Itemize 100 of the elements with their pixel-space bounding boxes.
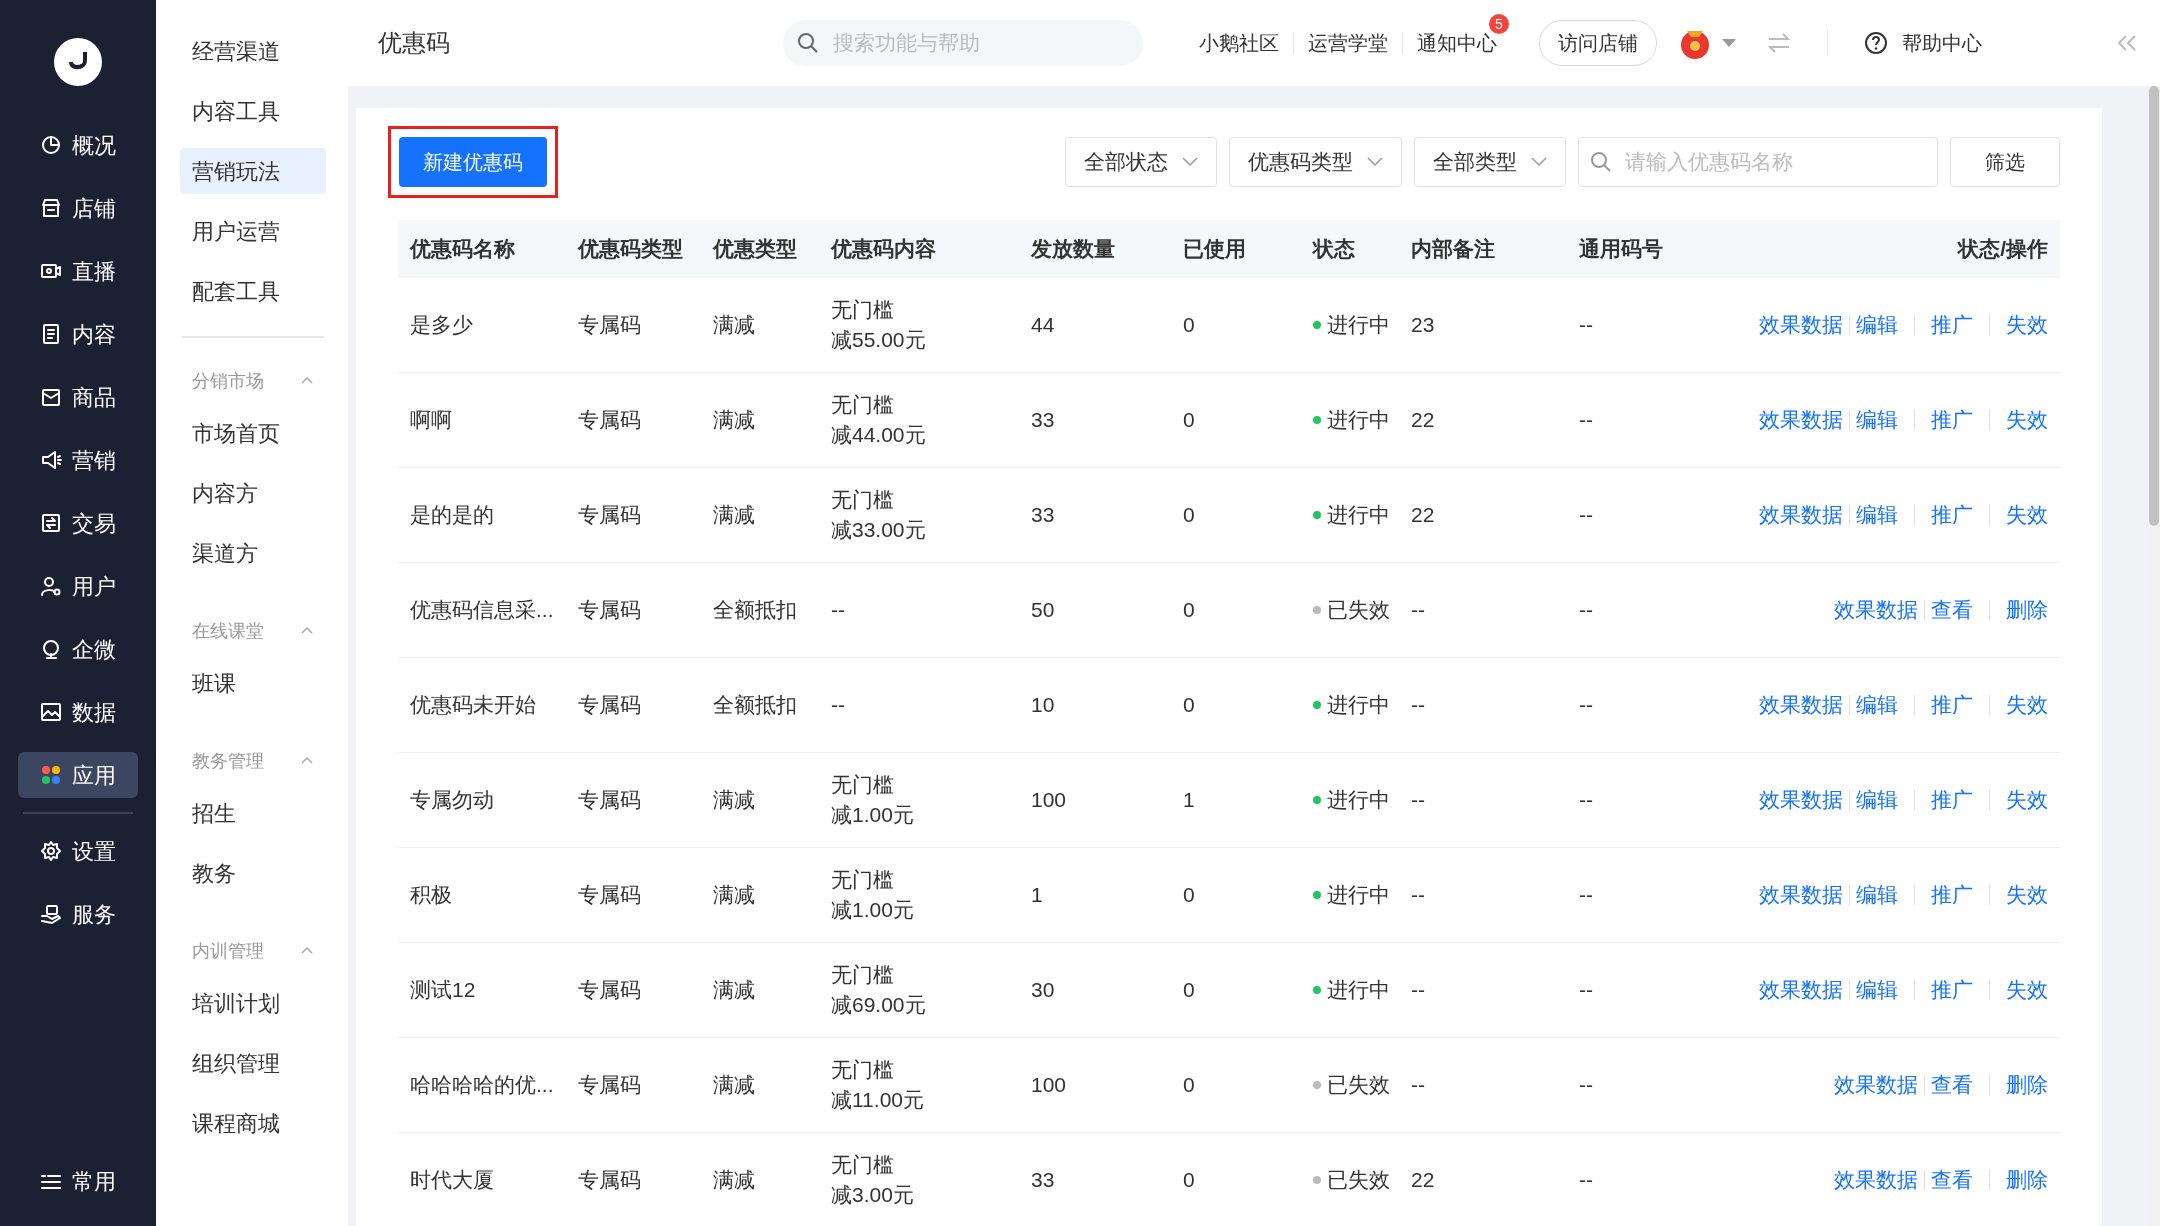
action-link[interactable]: 查看 — [1931, 594, 1973, 626]
group-title[interactable]: 内训管理 — [192, 937, 264, 965]
action-link[interactable]: 编辑 — [1856, 784, 1898, 816]
table-cell-text: 优惠码未开始 — [410, 692, 536, 719]
group-title[interactable]: 在线课堂 — [192, 617, 264, 645]
action-link[interactable]: 效果数据 — [1759, 404, 1843, 436]
action-link[interactable]: 推广 — [1931, 974, 1973, 1006]
action-link[interactable]: 编辑 — [1856, 309, 1898, 341]
action-link[interactable]: 编辑 — [1856, 879, 1898, 911]
action-link[interactable]: 失效 — [2006, 309, 2048, 341]
create-coupon-code-button[interactable]: 新建优惠码 — [399, 137, 547, 187]
action-link[interactable]: 查看 — [1931, 1069, 1973, 1101]
action-link[interactable]: 删除 — [2006, 1164, 2048, 1196]
group-title[interactable]: 教务管理 — [192, 747, 264, 775]
swap-icon[interactable] — [1767, 32, 1791, 54]
action-link[interactable]: 查看 — [1931, 1164, 1973, 1196]
action-link[interactable]: 效果数据 — [1834, 1069, 1918, 1101]
status-text: 进行中 — [1327, 882, 1390, 909]
submenu-item[interactable]: 用户运营 — [180, 208, 326, 254]
action-link[interactable]: 失效 — [2006, 974, 2048, 1006]
submenu-item[interactable]: 教务 — [180, 850, 326, 896]
submenu-item[interactable]: 渠道方 — [180, 530, 326, 576]
nav-item[interactable]: 应用 — [18, 752, 138, 798]
action-link[interactable]: 编辑 — [1856, 689, 1898, 721]
nav-item[interactable]: 内容 — [18, 311, 138, 357]
table-cell-text: 0 — [1183, 312, 1195, 339]
nav-item[interactable]: 商品 — [18, 374, 138, 420]
user-icon — [40, 575, 62, 597]
nav-item[interactable]: 营销 — [18, 437, 138, 483]
action-link[interactable]: 效果数据 — [1759, 879, 1843, 911]
submenu-item[interactable]: 招生 — [180, 790, 326, 836]
action-link[interactable]: 推广 — [1931, 499, 1973, 531]
action-link[interactable]: 推广 — [1931, 879, 1973, 911]
header-link[interactable]: 通知中心 — [1417, 32, 1497, 54]
filter-button[interactable]: 筛选 — [1950, 137, 2060, 187]
action-link[interactable]: 推广 — [1931, 309, 1973, 341]
logo-icon[interactable] — [54, 38, 102, 86]
submenu-item[interactable]: 配套工具 — [180, 268, 326, 314]
action-link[interactable]: 效果数据 — [1834, 594, 1918, 626]
action-link[interactable]: 编辑 — [1856, 404, 1898, 436]
chevron-down-icon — [1367, 157, 1383, 167]
caret-icon[interactable] — [1721, 37, 1737, 49]
action-link[interactable]: 编辑 — [1856, 499, 1898, 531]
nav-item[interactable]: 交易 — [18, 500, 138, 546]
action-link[interactable]: 编辑 — [1856, 974, 1898, 1006]
column-header: 发放数量 — [1031, 236, 1115, 263]
nav-item[interactable]: 服务 — [18, 891, 138, 937]
header-link[interactable]: 小鹅社区 — [1199, 32, 1279, 54]
submenu-item[interactable]: 组织管理 — [180, 1040, 326, 1086]
header-link[interactable]: 运营学堂 — [1308, 32, 1388, 54]
action-link[interactable]: 效果数据 — [1759, 784, 1843, 816]
action-link[interactable]: 删除 — [2006, 594, 2048, 626]
coupon-search-field[interactable]: 请输入优惠码名称 — [1578, 137, 1938, 187]
help-center-link[interactable]: 帮助中心 — [1902, 28, 1982, 58]
table-cell-text: -- — [1411, 692, 1425, 719]
table-cell-text: 100 — [1031, 1072, 1067, 1099]
table-cell-text: 无门槛 减3.00元 — [831, 1152, 914, 1208]
action-link[interactable]: 失效 — [2006, 879, 2048, 911]
action-link[interactable]: 效果数据 — [1759, 499, 1843, 531]
table-cell-text: 专属码 — [578, 787, 641, 814]
submenu-item[interactable]: 培训计划 — [180, 980, 326, 1026]
nav-item[interactable]: 常用 — [40, 1165, 116, 1198]
nav-item[interactable]: 直播 — [18, 248, 138, 294]
nav-item[interactable]: 店铺 — [18, 185, 138, 231]
action-link[interactable]: 失效 — [2006, 689, 2048, 721]
filter-dropdown[interactable]: 全部状态 — [1065, 137, 1217, 187]
action-link[interactable]: 推广 — [1931, 784, 1973, 816]
help-icon[interactable] — [1864, 31, 1888, 55]
collapse-icon[interactable] — [2116, 34, 2138, 52]
nav-item[interactable]: 概况 — [18, 122, 138, 168]
nav-item[interactable]: 数据 — [18, 689, 138, 735]
filter-dropdown[interactable]: 全部类型 — [1414, 137, 1566, 187]
action-link[interactable]: 失效 — [2006, 404, 2048, 436]
action-link[interactable]: 失效 — [2006, 784, 2048, 816]
submenu-item[interactable]: 经营渠道 — [180, 28, 326, 74]
table-cell-text: -- — [1579, 1072, 1593, 1099]
action-link[interactable]: 效果数据 — [1759, 689, 1843, 721]
submenu-item[interactable]: 市场首页 — [180, 410, 326, 456]
action-link[interactable]: 效果数据 — [1834, 1164, 1918, 1196]
filter-dropdown[interactable]: 优惠码类型 — [1229, 137, 1402, 187]
nav-item[interactable]: 用户 — [18, 563, 138, 609]
submenu-item[interactable]: 营销玩法 — [180, 148, 326, 194]
column-header: 优惠码内容 — [831, 236, 936, 263]
nav-item[interactable]: 企微 — [18, 626, 138, 672]
action-link[interactable]: 失效 — [2006, 499, 2048, 531]
submenu-item[interactable]: 内容工具 — [180, 88, 326, 134]
action-link[interactable]: 推广 — [1931, 404, 1973, 436]
submenu-item[interactable]: 班课 — [180, 660, 326, 706]
action-link[interactable]: 删除 — [2006, 1069, 2048, 1101]
scrollbar[interactable] — [2148, 86, 2160, 1226]
table-cell-text: -- — [1579, 882, 1593, 909]
action-link[interactable]: 效果数据 — [1759, 309, 1843, 341]
submenu-item[interactable]: 课程商城 — [180, 1100, 326, 1146]
nav-item[interactable]: 设置 — [18, 828, 138, 874]
action-link[interactable]: 效果数据 — [1759, 974, 1843, 1006]
column-header: 优惠类型 — [713, 236, 797, 263]
search-field[interactable]: 搜索功能与帮助 — [783, 20, 1143, 66]
group-title[interactable]: 分销市场 — [192, 367, 264, 395]
submenu-item[interactable]: 内容方 — [180, 470, 326, 516]
action-link[interactable]: 推广 — [1931, 689, 1973, 721]
